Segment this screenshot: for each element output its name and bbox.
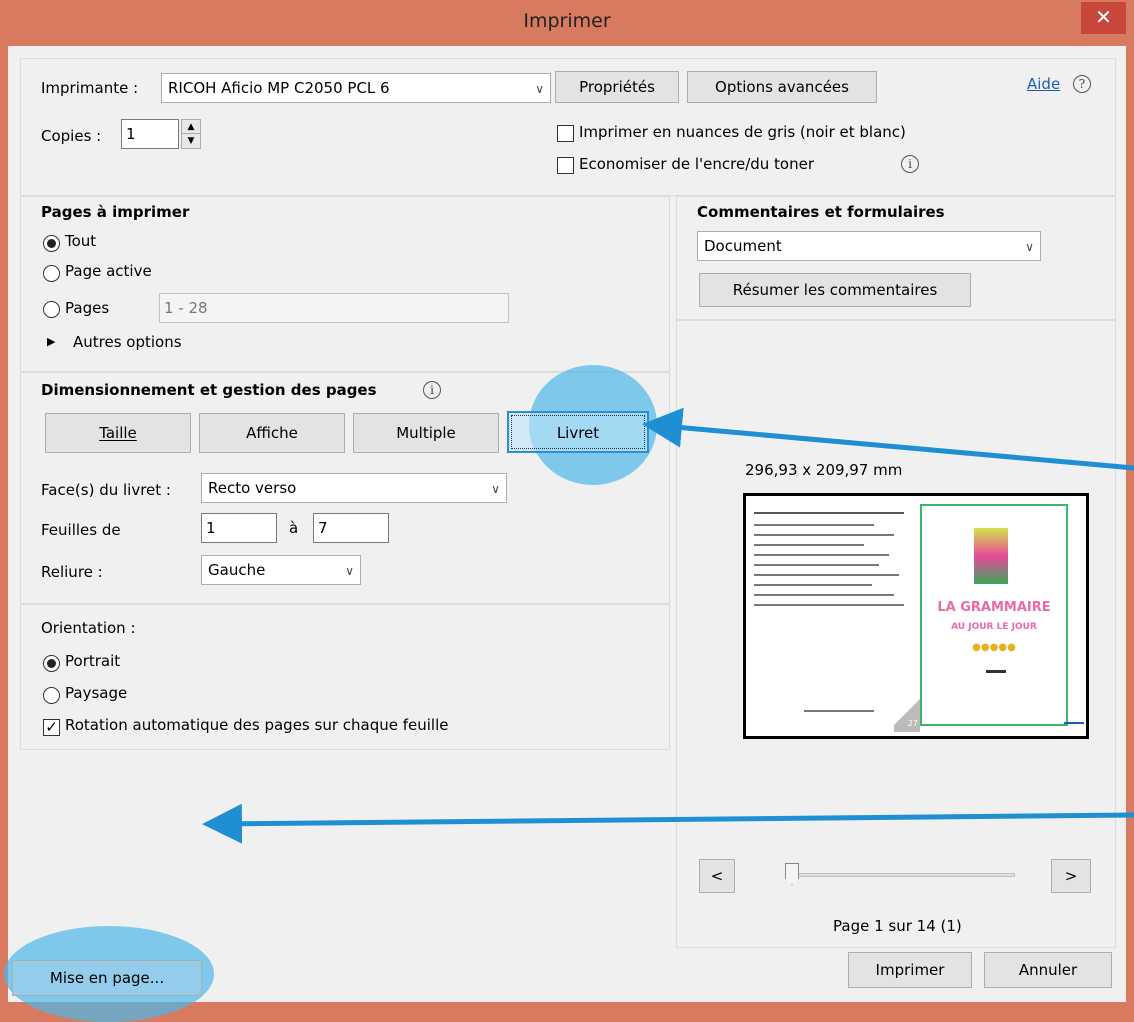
preview-prev-button[interactable]: < [699, 859, 735, 893]
preview-page-number: 27 [907, 719, 918, 728]
chevron-down-icon: ∨ [1025, 240, 1034, 254]
chevron-down-icon: ∨ [345, 564, 354, 578]
advanced-options-button[interactable]: Options avancées [687, 71, 877, 103]
print-dialog: Imprimante : RICOH Aficio MP C2050 PCL 6… [4, 46, 1126, 1022]
orientation-section: Orientation : Portrait Paysage ✓ Rotatio… [20, 604, 670, 750]
portrait-radio[interactable] [43, 655, 60, 672]
slider-track [785, 873, 1015, 877]
pages-range-radio[interactable] [43, 301, 60, 318]
landscape-label: Paysage [65, 684, 128, 702]
book-author [986, 670, 1006, 673]
printer-select[interactable]: RICOH Aficio MP C2050 PCL 6 ∨ [161, 73, 551, 103]
comments-section: Commentaires et formulaires Document ∨ R… [676, 196, 1116, 320]
stepper-up-icon[interactable]: ▲ [182, 120, 200, 134]
comments-selected: Document [704, 237, 782, 255]
pages-heading: Pages à imprimer [41, 203, 190, 221]
pages-all-label: Tout [65, 232, 97, 250]
binding-select[interactable]: Gauche ∨ [201, 555, 361, 585]
book-subtitle: AU JOUR LE JOUR [951, 622, 1037, 632]
sheets-label: Feuilles de [41, 521, 121, 539]
comments-heading: Commentaires et formulaires [697, 203, 945, 221]
preview-page-corner: 27 [894, 692, 920, 732]
pages-all-radio[interactable] [43, 235, 60, 252]
booklet-sides-label: Face(s) du livret : [41, 481, 171, 499]
sheets-from-input[interactable]: 1 [201, 513, 277, 543]
printer-selected: RICOH Aficio MP C2050 PCL 6 [168, 79, 390, 97]
booklet-sides-select[interactable]: Recto verso ∨ [201, 473, 507, 503]
expand-triangle-icon[interactable]: ▶ [47, 335, 55, 348]
landscape-radio[interactable] [43, 687, 60, 704]
preview-left-page [754, 506, 906, 726]
portrait-label: Portrait [65, 652, 121, 670]
pages-current-radio[interactable] [43, 265, 60, 282]
window-title: Imprimer [523, 10, 611, 32]
summarize-comments-button[interactable]: Résumer les commentaires [699, 273, 971, 307]
preview-section: 296,93 x 209,97 mm 27 LA GRAMMAIRE AU JO… [676, 320, 1116, 948]
tab-multiple[interactable]: Multiple [353, 413, 499, 453]
auto-rotate-checkbox[interactable]: ✓ [43, 719, 60, 736]
preview-footer-line [1064, 722, 1084, 724]
sheets-to-input[interactable]: 7 [313, 513, 389, 543]
grayscale-label: Imprimer en nuances de gris (noir et bla… [579, 123, 906, 141]
save-ink-checkbox[interactable] [557, 157, 574, 174]
sizing-heading: Dimensionnement et gestion des pages [41, 381, 377, 399]
copies-stepper[interactable]: ▲ ▼ [181, 119, 201, 149]
binding-label: Reliure : [41, 563, 103, 581]
info-icon[interactable]: i [901, 155, 919, 173]
pages-range-label: Pages [65, 299, 110, 317]
booklet-sides-value: Recto verso [208, 479, 297, 497]
pages-section: Pages à imprimer Tout Page active Pages … [20, 196, 670, 372]
book-title: LA GRAMMAIRE [937, 600, 1051, 615]
pages-current-label: Page active [65, 262, 152, 280]
preview-next-button[interactable]: > [1051, 859, 1091, 893]
help-icon[interactable]: ? [1073, 75, 1091, 93]
tab-size-label: Taille [99, 424, 137, 442]
print-button[interactable]: Imprimer [848, 952, 972, 988]
auto-rotate-label: Rotation automatique des pages sur chaqu… [65, 716, 449, 734]
help-link[interactable]: Aide [1027, 75, 1060, 93]
comments-select[interactable]: Document ∨ [697, 231, 1041, 261]
copies-label: Copies : [41, 127, 102, 145]
preview-slider[interactable] [785, 863, 1015, 885]
page-setup-button[interactable]: Mise en page... [12, 960, 202, 996]
sizing-section: Dimensionnement et gestion des pages i T… [20, 365, 670, 604]
sheets-to-label: à [289, 519, 299, 537]
more-options-toggle[interactable]: Autres options [73, 333, 182, 351]
slider-thumb[interactable] [785, 863, 799, 885]
tab-size[interactable]: Taille [45, 413, 191, 453]
copies-input[interactable]: 1 [121, 119, 179, 149]
preview-dimensions: 296,93 x 209,97 mm [745, 461, 903, 479]
page-indicator: Page 1 sur 14 (1) [833, 917, 962, 935]
chevron-down-icon: ∨ [535, 82, 544, 96]
book-cover-image [974, 528, 1008, 584]
printer-label: Imprimante : [41, 79, 139, 97]
tab-booklet[interactable]: Livret [507, 411, 649, 453]
printer-section: Imprimante : RICOH Aficio MP C2050 PCL 6… [20, 58, 1116, 196]
orientation-heading: Orientation : [41, 619, 136, 637]
grayscale-checkbox[interactable] [557, 125, 574, 142]
stepper-down-icon[interactable]: ▼ [182, 134, 200, 148]
preview-right-page: LA GRAMMAIRE AU JOUR LE JOUR ●●●●● [920, 504, 1068, 726]
preview-page: 27 LA GRAMMAIRE AU JOUR LE JOUR ●●●●● [743, 493, 1089, 739]
cancel-button[interactable]: Annuler [984, 952, 1112, 988]
close-button[interactable]: ✕ [1081, 2, 1126, 34]
binding-value: Gauche [208, 561, 266, 579]
chevron-down-icon: ∨ [491, 482, 500, 496]
save-ink-label: Economiser de l'encre/du toner [579, 155, 815, 173]
close-icon: ✕ [1095, 5, 1112, 29]
tab-poster[interactable]: Affiche [199, 413, 345, 453]
pages-range-input[interactable]: 1 - 28 [159, 293, 509, 323]
info-icon[interactable]: i [423, 381, 441, 399]
book-stars: ●●●●● [972, 642, 1016, 653]
title-bar: Imprimer ✕ [0, 0, 1134, 46]
properties-button[interactable]: Propriétés [555, 71, 679, 103]
